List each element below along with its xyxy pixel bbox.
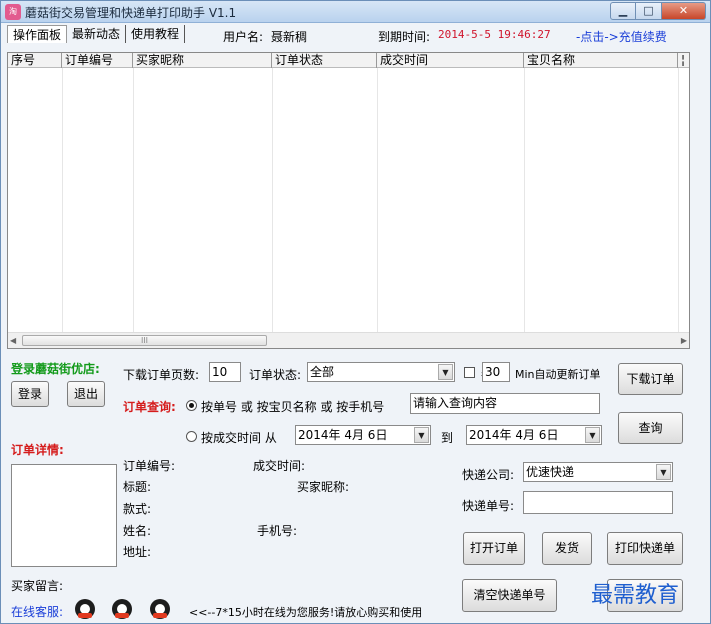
order-query-label: 订单查询:	[123, 400, 176, 414]
grid-header: 序号 订单编号 买家昵称 订单状态 成交时间 宝贝名称 ¦	[8, 53, 689, 68]
date-to-picker[interactable]: 2014年 4月 6日 ▼	[466, 425, 602, 445]
detail-address-label: 地址:	[123, 545, 152, 559]
express-company-value: 优速快递	[526, 465, 575, 479]
order-details-label: 订单详情:	[11, 443, 64, 457]
recharge-link[interactable]: -点击->充值续费	[576, 28, 667, 45]
horizontal-scrollbar[interactable]: ◀ III ▶	[8, 332, 689, 348]
ship-button[interactable]: 发货	[542, 532, 592, 565]
query-by-time-radio[interactable]	[186, 431, 197, 442]
query-by-text-label: 按单号 或 按宝贝名称 或 按手机号	[201, 400, 385, 414]
calendar-dropdown-icon[interactable]: ▼	[414, 427, 429, 443]
express-company-label: 快递公司:	[462, 468, 515, 482]
column-header-buyer[interactable]: 买家昵称	[133, 53, 272, 68]
login-button[interactable]: 登录	[11, 381, 49, 407]
detail-phone-label: 手机号:	[257, 524, 298, 538]
query-button[interactable]: 查询	[618, 412, 683, 444]
item-image-box	[11, 464, 117, 567]
status-select[interactable]: 全部 ▼	[307, 362, 455, 382]
date-from-value: 2014年 4月 6日	[298, 428, 388, 442]
calendar-dropdown-icon[interactable]: ▼	[585, 427, 600, 443]
app-window: 淘 蘑菇街交易管理和快递单打印助手 V1.1 ▁ □ ✕ 操作面板 最新动态 使…	[0, 0, 711, 624]
query-by-text-radio[interactable]	[186, 400, 197, 411]
date-from-picker[interactable]: 2014年 4月 6日 ▼	[295, 425, 431, 445]
tab-latest-news[interactable]: 最新动态	[67, 25, 127, 43]
pages-label: 下载订单页数:	[123, 368, 200, 382]
chevron-down-icon[interactable]: ▼	[656, 464, 671, 480]
scroll-left-icon[interactable]: ◀	[10, 336, 16, 345]
column-header-index[interactable]: 序号	[8, 53, 62, 68]
qq-chat-icon[interactable]	[75, 599, 95, 619]
maximize-button[interactable]: □	[636, 2, 662, 20]
app-logo-icon: 淘	[5, 4, 21, 20]
print-express-button[interactable]: 打印快递单	[607, 532, 683, 565]
column-header-item-name[interactable]: 宝贝名称	[524, 53, 678, 68]
open-order-button[interactable]: 打开订单	[463, 532, 525, 565]
close-icon: ✕	[678, 4, 689, 17]
grid-divider	[133, 68, 134, 333]
express-number-input[interactable]	[523, 491, 673, 514]
minimize-button[interactable]: ▁	[610, 2, 636, 20]
orders-grid[interactable]: 序号 订单编号 买家昵称 订单状态 成交时间 宝贝名称 ¦ ◀ III ▶	[7, 52, 690, 349]
column-header-more[interactable]: ¦	[678, 53, 689, 68]
grid-body	[8, 68, 689, 333]
query-input[interactable]: 请输入查询内容	[410, 393, 600, 414]
scroll-right-icon[interactable]: ▶	[681, 336, 687, 345]
window-controls: ▁ □ ✕	[610, 2, 706, 21]
detail-order-no-label: 订单编号:	[123, 459, 176, 473]
detail-style-label: 款式:	[123, 502, 152, 516]
title-bar: 淘 蘑菇街交易管理和快递单打印助手 V1.1 ▁ □ ✕	[1, 1, 710, 23]
grid-divider	[678, 68, 679, 333]
detail-title-label: 标题:	[123, 480, 152, 494]
interval-input[interactable]: 30	[482, 362, 510, 382]
username-value: 聂新稠	[271, 30, 308, 44]
date-to-value: 2014年 4月 6日	[469, 428, 559, 442]
chevron-down-icon[interactable]: ▼	[438, 364, 453, 380]
column-header-status[interactable]: 订单状态	[272, 53, 377, 68]
detail-deal-time-label: 成交时间:	[253, 459, 306, 473]
expire-label: 到期时间:	[378, 30, 431, 44]
close-button[interactable]: ✕	[662, 2, 706, 20]
expire-value: 2014-5-5 19:46:27	[438, 28, 551, 41]
online-support-label: 在线客服:	[11, 605, 64, 619]
qq-chat-icon[interactable]	[112, 599, 132, 619]
qq-chat-icon[interactable]	[150, 599, 170, 619]
interval-suffix: Min自动更新订单	[515, 368, 601, 381]
express-number-label: 快递单号:	[462, 499, 515, 513]
maximize-icon: □	[643, 4, 654, 17]
tab-tutorial[interactable]: 使用教程	[126, 25, 186, 43]
clear-express-number-button[interactable]: 清空快递单号	[462, 579, 557, 612]
status-select-value: 全部	[310, 365, 335, 379]
detail-buyer-nick-label: 买家昵称:	[297, 480, 350, 494]
scroll-thumb[interactable]: III	[22, 335, 267, 346]
pages-input[interactable]: 10	[209, 362, 241, 382]
detail-name-label: 姓名:	[123, 524, 152, 538]
column-header-order-no[interactable]: 订单编号	[62, 53, 133, 68]
tab-bar: 操作面板 最新动态 使用教程	[7, 25, 186, 45]
status-label: 订单状态:	[249, 368, 302, 382]
buyer-message-label: 买家留言:	[11, 579, 64, 593]
tab-operation-panel[interactable]: 操作面板	[7, 25, 68, 43]
logout-button[interactable]: 退出	[67, 381, 105, 407]
query-by-time-label: 按成交时间 从	[201, 431, 277, 445]
username-label: 用户名:	[223, 30, 264, 44]
grid-divider	[62, 68, 63, 333]
support-message: <<--7*15小时在线为您服务!请放心购买和使用	[189, 606, 423, 619]
date-to-label: 到	[441, 431, 454, 445]
watermark-text: 最需教育	[591, 583, 680, 608]
express-company-select[interactable]: 优速快递 ▼	[523, 462, 673, 482]
grid-divider	[272, 68, 273, 333]
grid-divider	[377, 68, 378, 333]
grid-divider	[524, 68, 525, 333]
shop-login-label: 登录蘑菇街优店:	[11, 362, 100, 376]
window-title: 蘑菇街交易管理和快递单打印助手 V1.1	[25, 6, 237, 20]
download-orders-button[interactable]: 下载订单	[618, 363, 683, 395]
column-header-deal-time[interactable]: 成交时间	[377, 53, 524, 68]
minimize-icon: ▁	[618, 4, 628, 17]
auto-update-checkbox[interactable]	[464, 367, 475, 378]
